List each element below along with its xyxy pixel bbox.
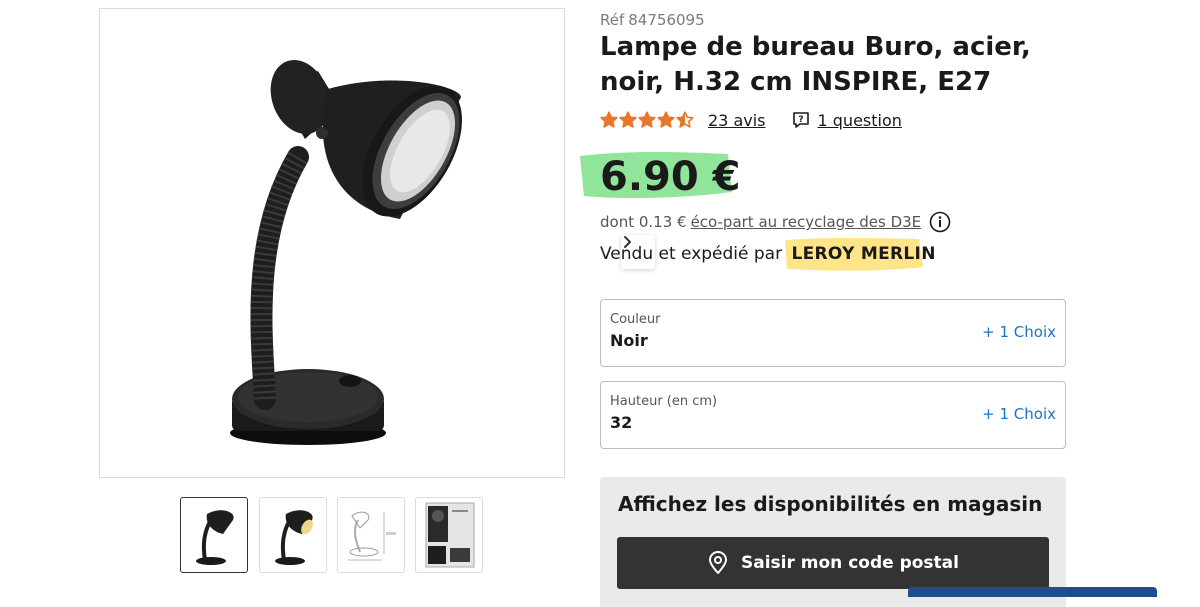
desk-lamp-image xyxy=(230,60,462,445)
seller-info: Vendu et expédié par LEROY MERLIN xyxy=(600,238,936,271)
eco-part-link[interactable]: éco-part au recyclage des D3E xyxy=(691,213,922,231)
dimensions-diagram-thumbnail xyxy=(348,511,396,561)
store-availability-title: Affichez les disponibilités en magasin xyxy=(618,492,1043,516)
color-selector[interactable]: Couleur Noir + 1 Choix xyxy=(600,299,1066,367)
postal-code-button-label: Saisir mon code postal xyxy=(741,553,959,573)
eco-amount: dont 0.13 € xyxy=(600,213,687,231)
packaging-thumbnail xyxy=(425,502,475,568)
reference-number: 84756095 xyxy=(628,11,705,29)
color-value: Noir xyxy=(610,331,648,350)
postal-code-button[interactable]: Saisir mon code postal xyxy=(617,537,1049,589)
star-full-icon xyxy=(619,111,637,128)
thumbnail-1[interactable] xyxy=(180,497,248,573)
desk-lamp-lit-thumbnail xyxy=(275,510,313,565)
seller-name: LEROY MERLIN xyxy=(791,244,936,264)
product-main-image[interactable] xyxy=(99,8,655,478)
questions-link[interactable]: 1 question xyxy=(818,111,902,130)
thumbnail-4[interactable] xyxy=(415,497,483,573)
reviews-link[interactable]: 23 avis xyxy=(708,111,766,130)
star-full-icon xyxy=(657,111,675,128)
rating-row: 23 avis ? 1 question xyxy=(600,109,902,131)
question-bubble-icon: ? xyxy=(792,111,810,129)
product-reference: Réf 84756095 xyxy=(600,11,705,29)
height-more-choices[interactable]: + 1 Choix xyxy=(982,405,1056,423)
star-full-icon xyxy=(600,111,618,128)
star-half-icon xyxy=(676,111,694,128)
product-title: Lampe de bureau Buro, acier, noir, H.32 … xyxy=(600,32,1031,97)
product-price: 6.90 € xyxy=(600,154,741,200)
desk-lamp-thumbnail xyxy=(196,510,234,565)
color-more-choices[interactable]: + 1 Choix xyxy=(982,323,1056,341)
thumbnail-2[interactable] xyxy=(259,497,327,573)
map-pin-icon xyxy=(707,551,729,575)
height-label: Hauteur (en cm) xyxy=(610,394,718,409)
star-full-icon xyxy=(638,111,656,128)
eco-participation: dont 0.13 € éco-part au recyclage des D3… xyxy=(600,211,951,233)
floating-bar[interactable] xyxy=(908,587,1157,597)
info-icon[interactable] xyxy=(929,211,951,233)
thumbnail-3[interactable] xyxy=(337,497,405,573)
reference-label: Réf xyxy=(600,11,625,29)
color-label: Couleur xyxy=(610,312,661,327)
height-value: 32 xyxy=(610,413,633,432)
star-rating xyxy=(600,111,694,129)
svg-text:?: ? xyxy=(798,115,803,125)
height-selector[interactable]: Hauteur (en cm) 32 + 1 Choix xyxy=(600,381,1066,449)
seller-prefix: Vendu et expédié par xyxy=(600,244,783,264)
